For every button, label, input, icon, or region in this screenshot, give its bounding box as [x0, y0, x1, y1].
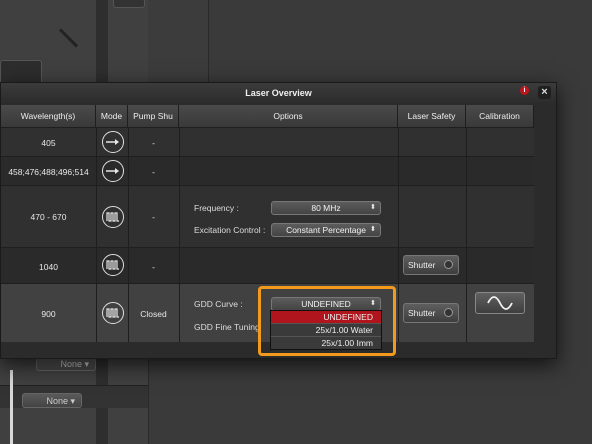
calibration-button[interactable]: [475, 292, 525, 314]
pump-shutter-cell: -: [152, 138, 155, 148]
gdd-fine-tuning-label: GDD Fine Tuning: [194, 322, 260, 332]
shutter-button[interactable]: Shutter: [403, 255, 459, 275]
pump-shutter-cell: -: [152, 212, 155, 222]
column-divider: [466, 127, 467, 342]
pulsed-icon: [102, 302, 124, 324]
header-wavelengths: Wavelength(s): [1, 105, 96, 127]
column-divider: [398, 127, 399, 342]
shutter-indicator-icon: [444, 260, 453, 269]
column-divider: [128, 127, 129, 342]
shutter-indicator-icon: [444, 308, 453, 317]
background-button[interactable]: [113, 0, 145, 8]
wavelength-cell: 1040: [39, 262, 58, 272]
column-divider: [179, 127, 180, 342]
table-row[interactable]: 470 - 670 - Frequency : 80 MHz ⬍ Excitati…: [1, 185, 534, 247]
background-column: [148, 0, 209, 90]
table-row[interactable]: 405 -: [1, 127, 534, 156]
header-pump-shutter: Pump Shu: [128, 105, 179, 127]
wavelength-cell: 900: [41, 309, 56, 319]
pump-shutter-cell: -: [152, 262, 155, 272]
wavelength-cell: 458;476;488;496;514: [8, 167, 89, 177]
frequency-label: Frequency :: [194, 203, 239, 213]
header-calibration: Calibration: [466, 105, 534, 127]
excitation-control-dropdown[interactable]: Constant Percentage ⬍: [271, 223, 381, 237]
sine-wave-icon: [487, 296, 513, 310]
continuous-wave-icon: [102, 160, 124, 182]
close-button[interactable]: ×: [538, 86, 551, 99]
wavelength-cell: 405: [41, 138, 56, 148]
excitation-control-label: Excitation Control :: [194, 225, 266, 235]
header-mode: Mode: [96, 105, 128, 127]
annotation-highlight-box: [258, 286, 396, 356]
info-icon[interactable]: i: [520, 86, 529, 95]
header-options: Options: [179, 105, 398, 127]
pump-shutter-cell: Closed: [140, 309, 167, 319]
pulsed-icon: [102, 254, 124, 276]
pump-shutter-cell: -: [152, 167, 155, 177]
background-indicator-line: [10, 370, 13, 444]
frequency-dropdown[interactable]: 80 MHz ⬍: [271, 201, 381, 215]
gdd-curve-label: GDD Curve :: [194, 299, 243, 309]
table-row[interactable]: 458;476;488;496;514 -: [1, 156, 534, 185]
header-laser-safety: Laser Safety: [398, 105, 466, 127]
pulsed-icon: [102, 206, 124, 228]
table-row[interactable]: 1040 - Shutter: [1, 247, 534, 283]
dialog-title: Laser Overview: [1, 83, 556, 103]
column-divider: [96, 127, 97, 342]
shutter-button[interactable]: Shutter: [403, 303, 459, 323]
background-select-2[interactable]: None ▾: [22, 393, 82, 408]
wavelength-cell: 470 - 670: [30, 212, 67, 222]
continuous-wave-icon: [102, 131, 124, 153]
